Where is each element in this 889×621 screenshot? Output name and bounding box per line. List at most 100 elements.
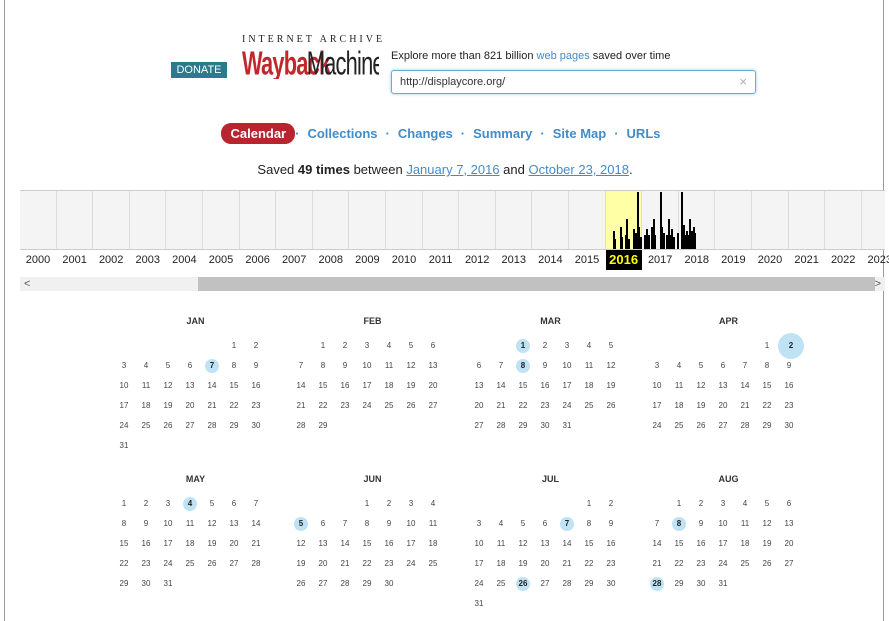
year-label-2008[interactable]: 2008: [313, 254, 349, 266]
year-label-2009[interactable]: 2009: [349, 254, 385, 266]
clear-icon[interactable]: ×: [739, 74, 747, 89]
year-label-2010[interactable]: 2010: [386, 254, 422, 266]
year-column-2012[interactable]: [459, 191, 496, 249]
calendar-day: 7: [342, 519, 348, 528]
calendar-day: 19: [606, 381, 616, 390]
snapshot-day[interactable]: 2: [778, 333, 804, 359]
year-column-2011[interactable]: [423, 191, 460, 249]
year-column-2001[interactable]: [57, 191, 94, 249]
calendar-day: 19: [406, 381, 416, 390]
year-column-2003[interactable]: [130, 191, 167, 249]
calendar-day: 24: [119, 421, 129, 430]
year-label-2005[interactable]: 2005: [203, 254, 239, 266]
year-column-2004[interactable]: [166, 191, 203, 249]
snapshot-day[interactable]: 8: [512, 356, 534, 376]
calendar-day: 17: [474, 559, 484, 568]
year-column-2021[interactable]: [789, 191, 826, 249]
year-column-2013[interactable]: [496, 191, 533, 249]
snapshot-day[interactable]: 26: [512, 574, 534, 594]
year-column-2005[interactable]: [203, 191, 240, 249]
year-column-2007[interactable]: [276, 191, 313, 249]
year-column-2006[interactable]: [240, 191, 277, 249]
snapshot-day[interactable]: 7: [556, 514, 578, 534]
year-column-2002[interactable]: [93, 191, 130, 249]
scrollbar-thumb[interactable]: [198, 277, 875, 291]
year-label-2001[interactable]: 2001: [57, 254, 93, 266]
calendar-day: 14: [740, 381, 750, 390]
year-label-2004[interactable]: 2004: [166, 254, 202, 266]
calendar-day: 31: [474, 599, 484, 608]
year-label-2002[interactable]: 2002: [93, 254, 129, 266]
year-column-2008[interactable]: [313, 191, 350, 249]
calendar-day: 1: [676, 499, 682, 508]
url-search-input[interactable]: http://displaycore.org/ ×: [391, 70, 756, 94]
year-label-2000[interactable]: 2000: [20, 254, 56, 266]
calendar-day: 13: [718, 381, 728, 390]
year-label-2012[interactable]: 2012: [459, 254, 495, 266]
year-label-2019[interactable]: 2019: [715, 254, 751, 266]
year-label-2007[interactable]: 2007: [276, 254, 312, 266]
year-column-2000[interactable]: [20, 191, 57, 249]
snapshot-day[interactable]: 28: [646, 574, 668, 594]
snapshot-day[interactable]: 4: [179, 494, 201, 514]
timeline-scrollbar[interactable]: < >: [20, 277, 885, 291]
year-label-2011[interactable]: 2011: [423, 254, 459, 266]
calendar-day: 16: [340, 381, 350, 390]
web-pages-link[interactable]: web pages: [537, 50, 590, 62]
year-column-2014[interactable]: [532, 191, 569, 249]
year-column-2009[interactable]: [349, 191, 386, 249]
last-capture-link[interactable]: October 23, 2018: [528, 162, 628, 177]
year-label-2006[interactable]: 2006: [240, 254, 276, 266]
snapshot-day[interactable]: 8: [668, 514, 690, 534]
calendar-day: 29: [318, 421, 328, 430]
calendar-day: 23: [540, 401, 550, 410]
snapshot-day[interactable]: 5: [290, 514, 312, 534]
year-label-2014[interactable]: 2014: [532, 254, 568, 266]
calendar-day: 17: [119, 401, 129, 410]
calendar-day: 28: [251, 559, 261, 568]
tab-changes[interactable]: Changes: [390, 126, 461, 141]
calendar-day: 9: [143, 519, 149, 528]
year-label-2021[interactable]: 2021: [789, 254, 825, 266]
year-label-2013[interactable]: 2013: [496, 254, 532, 266]
tab-site-map[interactable]: Site Map: [545, 126, 614, 141]
year-column-2010[interactable]: [386, 191, 423, 249]
year-label-2020[interactable]: 2020: [752, 254, 788, 266]
calendar-day: 6: [320, 519, 326, 528]
calendar-day: 24: [362, 401, 372, 410]
first-capture-link[interactable]: January 7, 2016: [406, 162, 499, 177]
calendar-day: 28: [740, 421, 750, 430]
snapshot-day[interactable]: 1: [512, 336, 534, 356]
year-label-2022[interactable]: 2022: [825, 254, 861, 266]
calendar-day: 18: [185, 539, 195, 548]
tab-collections[interactable]: Collections: [299, 126, 385, 141]
calendar-day: 17: [718, 539, 728, 548]
tab-summary[interactable]: Summary: [465, 126, 540, 141]
calendar-day: 22: [518, 401, 528, 410]
year-label-2018[interactable]: 2018: [679, 254, 715, 266]
year-column-2020[interactable]: [752, 191, 789, 249]
tab-urls[interactable]: URLs: [619, 126, 669, 141]
calendar-day: 6: [476, 361, 482, 370]
calendar-day: 11: [428, 519, 438, 528]
calendar-day: 27: [718, 421, 728, 430]
donate-button[interactable]: DONATE: [171, 62, 227, 78]
year-column-2019[interactable]: [715, 191, 752, 249]
year-sparkline[interactable]: [20, 190, 885, 250]
calendar-day: 5: [209, 499, 215, 508]
year-label-2017[interactable]: 2017: [642, 254, 678, 266]
scroll-right-icon[interactable]: >: [875, 277, 881, 291]
calendar-day: 10: [562, 361, 572, 370]
year-column-2023[interactable]: [862, 191, 889, 249]
tab-calendar[interactable]: Calendar: [221, 122, 296, 144]
year-label-2003[interactable]: 2003: [130, 254, 166, 266]
sparkline-bar: [662, 233, 665, 249]
snapshot-day[interactable]: 7: [201, 356, 223, 376]
year-label-2015[interactable]: 2015: [569, 254, 605, 266]
scroll-left-icon[interactable]: <: [24, 277, 30, 291]
year-label-2023[interactable]: 2023: [862, 254, 889, 266]
year-label-2016[interactable]: 2016: [605, 250, 642, 270]
year-column-2022[interactable]: [825, 191, 862, 249]
wayback-machine-logo[interactable]: Wayback Machine: [242, 47, 379, 79]
year-column-2015[interactable]: [569, 191, 606, 249]
